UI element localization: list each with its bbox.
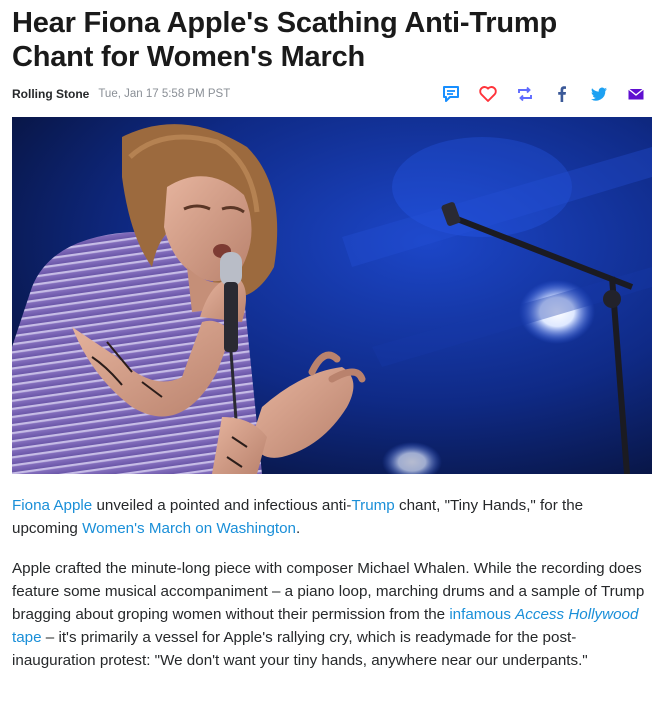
link-womens-march[interactable]: Women's March on Washington — [82, 520, 296, 537]
link-text: infamous — [449, 606, 516, 623]
paragraph-text: . — [296, 520, 301, 537]
paragraph-text: unveiled a pointed and infectious anti- — [92, 497, 352, 514]
hero-illustration — [12, 117, 652, 474]
link-text-italic: Access Hollywood — [515, 606, 639, 623]
article-paragraph-2: Apple crafted the minute-long piece with… — [12, 557, 648, 672]
comment-icon[interactable] — [441, 84, 461, 104]
paragraph-text: – it's primarily a vessel for Apple's ra… — [12, 629, 588, 669]
source-name[interactable]: Rolling Stone — [12, 87, 89, 101]
retweet-icon[interactable] — [515, 84, 535, 104]
link-fiona-apple[interactable]: Fiona Apple — [12, 497, 92, 514]
publish-timestamp: Tue, Jan 17 5:58 PM PST — [98, 88, 231, 100]
mail-icon[interactable] — [626, 84, 646, 104]
twitter-icon[interactable] — [589, 84, 609, 104]
byline: Rolling Stone Tue, Jan 17 5:58 PM PST — [12, 84, 230, 104]
heart-icon[interactable] — [478, 84, 498, 104]
hero-image[interactable] — [12, 117, 652, 474]
link-text: tape — [12, 629, 42, 646]
share-bar — [441, 82, 646, 106]
article-paragraph-1: Fiona Apple unveiled a pointed and infec… — [12, 494, 648, 540]
link-trump[interactable]: Trump — [351, 497, 394, 514]
article-headline: Hear Fiona Apple's Scathing Anti-Trump C… — [12, 7, 557, 73]
facebook-icon[interactable] — [552, 84, 572, 104]
